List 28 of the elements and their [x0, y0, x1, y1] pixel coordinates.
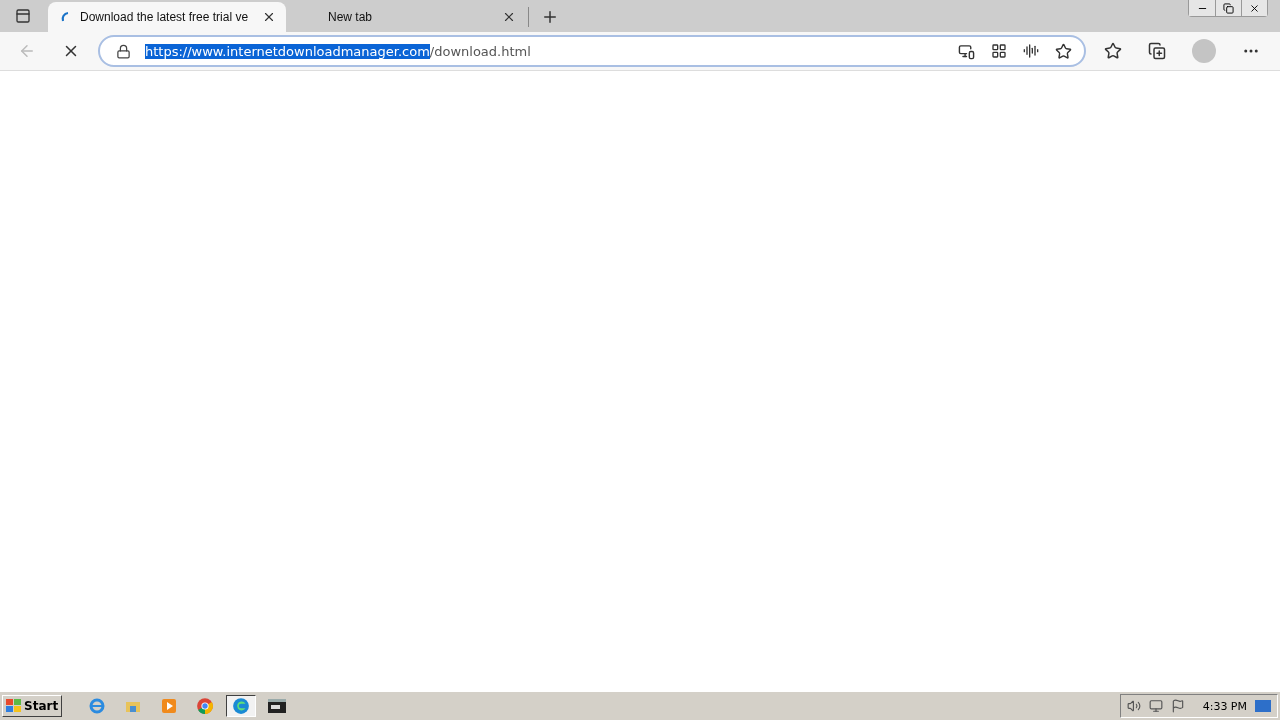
start-button[interactable]: Start	[2, 695, 63, 717]
lock-icon	[116, 43, 131, 59]
clock: 4:33 PM	[1202, 699, 1247, 713]
add-favorite-icon[interactable]	[1055, 42, 1072, 60]
edge-icon	[232, 697, 251, 715]
browser-tab[interactable]: New tab	[288, 2, 526, 32]
new-tab-icon[interactable]	[541, 8, 559, 26]
media-player-icon	[161, 698, 178, 714]
restore-icon	[1223, 2, 1234, 14]
internet-explorer-icon	[89, 698, 106, 714]
flag-icon[interactable]	[1170, 699, 1185, 713]
taskbar-button[interactable]	[226, 695, 257, 717]
favorites-icon[interactable]	[1104, 42, 1122, 60]
close-tab-icon[interactable]	[502, 10, 516, 24]
browser-tab[interactable]: Download the latest free trial ve	[48, 2, 286, 32]
close-tab-icon[interactable]	[262, 10, 276, 24]
close-icon	[1249, 2, 1260, 14]
chrome-icon	[196, 697, 215, 715]
volume-icon[interactable]	[1126, 699, 1141, 713]
devices-icon[interactable]	[958, 42, 975, 60]
windows-logo-icon	[6, 699, 22, 713]
collections-icon[interactable]	[1148, 42, 1166, 60]
apps-icon[interactable]	[991, 43, 1007, 59]
command-prompt-icon	[268, 699, 287, 713]
restore-button[interactable]	[1215, 0, 1241, 16]
address-bar[interactable]: https://www.internetdownloadmanager.com/download.html	[98, 35, 1086, 67]
url-text: https://www.internetdownloadmanager.com/download.html	[145, 43, 532, 59]
close-window-button[interactable]	[1241, 0, 1267, 16]
